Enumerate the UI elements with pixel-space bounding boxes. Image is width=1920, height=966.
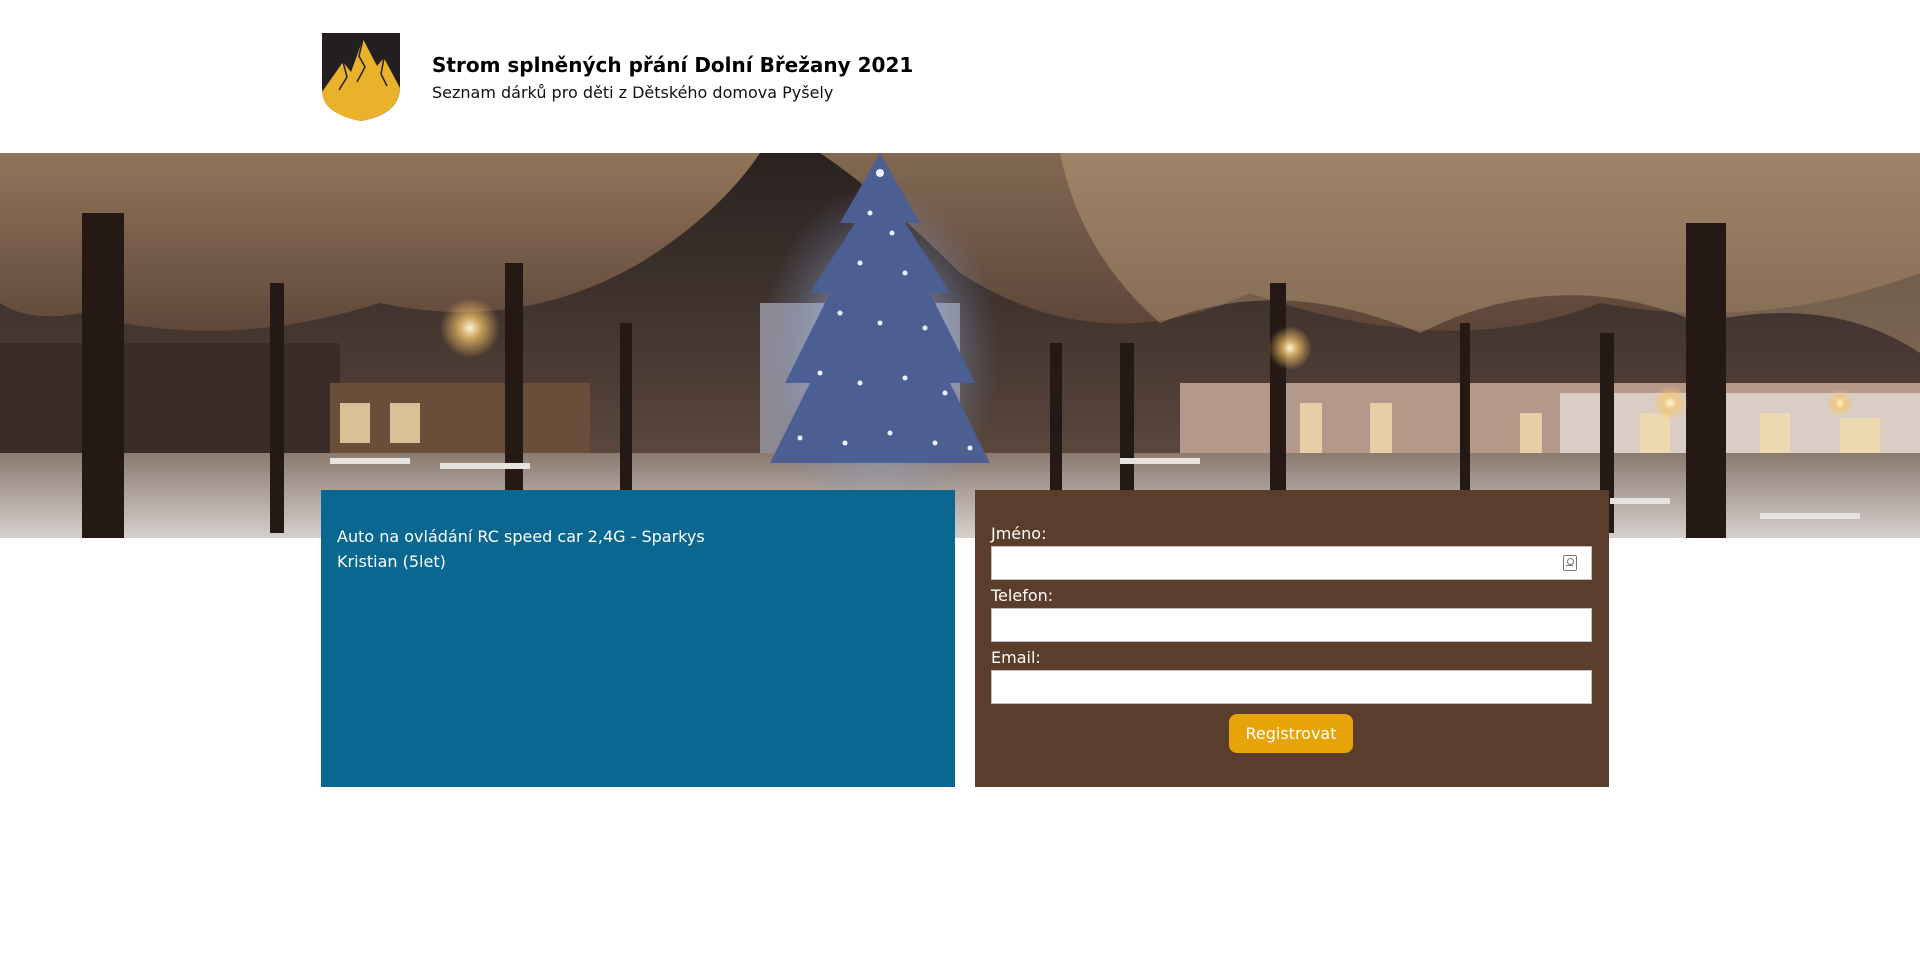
site-header: Strom splněných přání Dolní Břežany 2021…: [321, 32, 913, 122]
christmas-tree-banner-image: [0, 153, 1920, 538]
submit-wrap: Registrovat: [991, 714, 1593, 753]
registration-form: Jméno: Telefon: Email: Registrovat: [975, 490, 1609, 787]
wish-child-name: Kristian (5let): [337, 552, 446, 571]
page-title: Strom splněných přání Dolní Břežany 2021: [432, 52, 914, 77]
phone-input[interactable]: [991, 608, 1592, 642]
name-label: Jméno:: [991, 524, 1047, 543]
phone-label: Telefon:: [991, 586, 1054, 605]
register-button[interactable]: Registrovat: [1229, 714, 1353, 753]
email-label: Email:: [991, 648, 1041, 667]
wish-card: Auto na ovládání RC speed car 2,4G - Spa…: [321, 490, 955, 787]
header-titles: Strom splněných přání Dolní Břežany 2021…: [432, 53, 913, 102]
email-input[interactable]: [991, 670, 1592, 704]
page-subtitle: Seznam dárků pro děti z Dětského domova …: [432, 82, 834, 102]
wish-item-name: Auto na ovládání RC speed car 2,4G - Spa…: [337, 527, 705, 546]
contact-card-icon[interactable]: [1563, 555, 1577, 571]
name-input[interactable]: [991, 546, 1592, 580]
coat-of-arms-logo: [321, 32, 401, 122]
